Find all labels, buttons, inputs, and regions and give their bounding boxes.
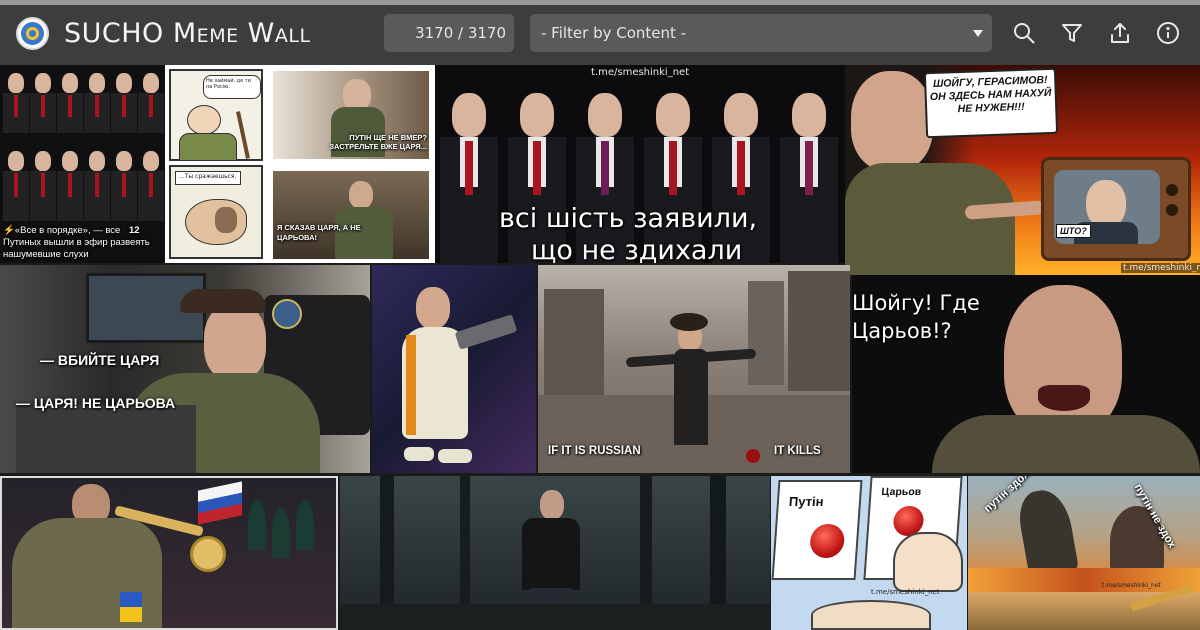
meme-mini-putin-gun[interactable] xyxy=(372,265,536,473)
ruin-left xyxy=(544,289,604,399)
sucho-logo[interactable] xyxy=(16,17,49,50)
comic-panel-1: Не займай, де ти на Росію. xyxy=(169,69,263,161)
man-face xyxy=(540,490,564,520)
man-jacket xyxy=(522,518,580,590)
poet-caption-left: IF IT IS RUSSIAN xyxy=(548,445,641,457)
meme-counter[interactable]: 3170 / 3170 xyxy=(384,14,514,52)
info-icon[interactable] xyxy=(1156,21,1180,45)
top-bar: SUCHO Meme Wall 3170 / 3170 - Filter by … xyxy=(0,0,1200,65)
search-icon[interactable] xyxy=(1012,21,1036,45)
meme-prigozhin-shout[interactable]: Шойгу! Где Царьов!? xyxy=(852,275,1200,473)
comic-panel-4: Я СКАЗАВ ЦАРЯ, А НЕ ЦАРЬОВА! xyxy=(273,171,429,259)
caption-line-2: що не здихали xyxy=(531,235,743,263)
meme-dark-forest[interactable] xyxy=(340,476,770,630)
meme-budanov-comic[interactable]: Не займай, де ти на Росію. ПУТІН ЩЕ НЕ В… xyxy=(165,65,435,263)
speech-bubble: ШОЙГУ, ГЕРАСИМОВ! ОН ЗДЕСЬ НАМ НАХУЙ НЕ … xyxy=(923,67,1059,139)
meme-budanov-office[interactable]: — ВБИЙТЕ ЦАРЯ — ЦАРЯ! НЕ ЦАРЬОВА xyxy=(0,265,370,473)
prigozhin-body xyxy=(845,163,1015,275)
meme-two-buttons[interactable]: Путін Царьов t.me/smeshinki_net xyxy=(771,476,967,630)
button-left-label: Путін xyxy=(788,494,825,509)
office-caption-1: — ВБИЙТЕ ЦАРЯ xyxy=(40,352,160,368)
meme-poet-ruins[interactable]: IF IT IS RUSSIAN IT KILLS xyxy=(538,265,850,473)
poet-coat xyxy=(674,349,708,445)
meme-godzilla[interactable]: путін здох путін не здох t.me/smeshinki_… xyxy=(968,476,1200,630)
speech-bubble: ...Ты сражаешься. xyxy=(175,171,241,185)
watermark: t.me/smeshinki_net xyxy=(871,588,940,596)
hand xyxy=(893,532,963,592)
caption-count: 12 xyxy=(128,225,140,236)
tv-label: ШТО? xyxy=(1056,224,1091,238)
prigozhin-face xyxy=(1004,285,1122,435)
filter-icon[interactable] xyxy=(1060,21,1084,45)
office-caption-2: — ЦАРЯ! НЕ ЦАРЬОВА xyxy=(16,395,176,411)
prigozhin-jacket xyxy=(932,415,1200,473)
prigozhin-face xyxy=(851,71,933,171)
button-right-label: Царьов xyxy=(881,486,922,498)
chevron-down-icon xyxy=(973,30,983,37)
speech-bubble: Не займай, де ти на Росію. xyxy=(203,75,261,99)
watermark: t.me/smeshinki_net xyxy=(591,67,690,78)
poet-caption-right: IT KILLS xyxy=(774,445,821,457)
comic-panel-3: ...Ты сражаешься. xyxy=(169,165,263,259)
caption-line-2: Путиных вышли в эфир развеять xyxy=(3,237,150,248)
panel-2-caption: ПУТІН ЩЕ НЕ ВМЕР? ЗАСТРЕЛЬТЕ ВЖЕ ЦАРЯ... xyxy=(329,133,427,151)
share-icon[interactable] xyxy=(1108,21,1132,45)
meme-trumpet-soldier[interactable] xyxy=(0,476,338,630)
budanov-face xyxy=(204,303,266,381)
meme-six-putins[interactable]: t.me/smeshinki_net всі шість заявили, що… xyxy=(435,65,845,263)
watermark: t.me/smeshinki_net xyxy=(1102,582,1161,589)
caption-line-3: нашумевшие слухи xyxy=(3,249,89,260)
meme-putin-grid[interactable]: ⚡«Все в порядке», — все 12 Путиных вышли… xyxy=(0,65,165,263)
caption-line-1: «Все в порядке», — все xyxy=(14,225,121,236)
app-title: SUCHO Meme Wall xyxy=(64,18,311,49)
comic-panel-2: ПУТІН ЩЕ НЕ ВМЕР? ЗАСТРЕЛЬТЕ ВЖЕ ЦАРЯ... xyxy=(273,71,429,159)
putin-face xyxy=(416,287,450,329)
button-panel-left: Путін xyxy=(771,480,863,580)
meme-prigozhin-tv[interactable]: ШОЙГУ, ГЕРАСИМОВ! ОН ЗДЕСЬ НАМ НАХУЙ НЕ … xyxy=(845,65,1200,275)
panel-4-caption: Я СКАЗАВ ЦАРЯ, А НЕ ЦАРЬОВА! xyxy=(277,223,361,242)
content-filter-select[interactable]: - Filter by Content - xyxy=(530,14,992,52)
shout-caption: Шойгу! Где Царьов!? xyxy=(852,291,980,343)
filter-placeholder: - Filter by Content - xyxy=(541,24,687,42)
tv-set: ШТО? xyxy=(1041,157,1191,261)
ruin-right xyxy=(788,271,850,391)
watermark: t.me/smeshinki_net xyxy=(1121,263,1200,273)
caption-line-1: всі шість заявили, xyxy=(499,203,758,234)
